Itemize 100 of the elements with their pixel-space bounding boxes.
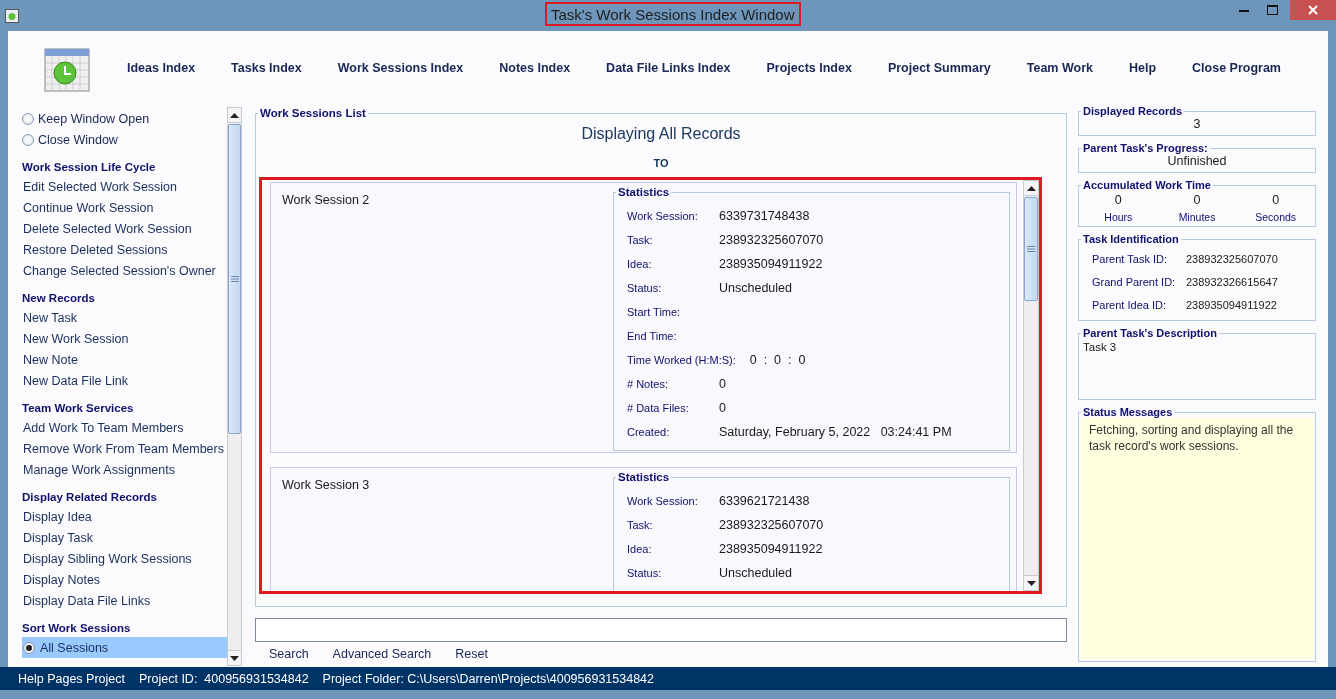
scroll-down-icon[interactable] <box>228 650 241 665</box>
panel-title: Displayed Records <box>1082 105 1184 117</box>
app-icon <box>5 8 19 23</box>
stat-label: Created: <box>627 426 671 438</box>
progress-value: Unfinished <box>1166 154 1228 170</box>
id-value: 238932326615647 <box>1186 275 1278 288</box>
nav-link[interactable]: Team Work <box>1026 61 1093 75</box>
id-value: 238932325607070 <box>1186 252 1278 265</box>
record-count: 3 <box>1192 117 1202 133</box>
scroll-thumb[interactable] <box>228 124 241 434</box>
stat-value: 0 <box>719 377 726 391</box>
stat-value: Unscheduled <box>719 281 792 295</box>
panel-title: Statistics <box>617 186 671 198</box>
session-name: Work Session 3 <box>281 477 371 494</box>
scroll-up-icon[interactable] <box>1024 181 1038 196</box>
section-heading: Display Related Records <box>22 490 158 505</box>
radio-button[interactable] <box>22 112 34 125</box>
nav-link[interactable]: Projects Index <box>766 61 852 75</box>
nav-link[interactable]: Data File Links Index <box>606 61 731 75</box>
sidebar-item[interactable]: Edit Selected Work Session <box>22 176 227 197</box>
stat-value: 238932325607070 <box>719 233 824 247</box>
stat-value: 6339621721438 <box>719 494 810 508</box>
stat-value: 238935094911922 <box>719 542 823 556</box>
panel-title: Task Identification <box>1082 233 1180 245</box>
status-message: Fetching, sorting and displaying all the task record's work sessions. <box>1081 418 1313 659</box>
scrollbar[interactable] <box>1023 180 1039 591</box>
time-unit: Minutes <box>1178 211 1216 223</box>
panel-title: Work Sessions List <box>259 107 367 119</box>
sidebar-item[interactable]: Delete Selected Work Session <box>22 218 227 239</box>
sidebar-item[interactable]: Remove Work From Team Members <box>22 438 227 459</box>
stat-value: 238932325607070 <box>719 518 824 532</box>
sidebar-item[interactable]: Display Task <box>22 527 227 548</box>
sidebar-item[interactable]: Add Work To Team Members <box>22 417 227 438</box>
search-link[interactable]: Search <box>269 647 309 661</box>
stat-value: 0 : 0 : 0 <box>749 353 806 367</box>
sidebar-item[interactable]: Display Data File Links <box>22 590 227 611</box>
sidebar-item[interactable]: Continue Work Session <box>22 197 227 218</box>
search-link[interactable]: Advanced Search <box>332 647 432 661</box>
nav-link[interactable]: Work Sessions Index <box>337 61 464 75</box>
panel-title: Parent Task's Progress: <box>1082 142 1209 154</box>
status-text: Help Pages Project <box>18 671 125 686</box>
stat-label: Work Session: <box>627 210 699 222</box>
stat-label: Task: <box>627 519 654 531</box>
nav-link[interactable]: Notes Index <box>499 61 571 75</box>
status-text: Project Folder: C:\Users\Darren\Projects\400956931534842 <box>322 671 655 686</box>
sidebar-item[interactable]: Display Notes <box>22 569 227 590</box>
stat-label: Task: <box>627 234 654 246</box>
nav-link[interactable]: Project Summary <box>887 61 991 75</box>
scroll-down-icon[interactable] <box>1024 575 1038 590</box>
radio-button[interactable] <box>23 641 35 654</box>
sidebar-item[interactable]: New Task <box>22 307 227 328</box>
panel-title: Accumulated Work Time <box>1082 179 1212 191</box>
session-name: Work Session 2 <box>281 192 371 209</box>
sidebar-item[interactable]: New Data File Link <box>22 370 227 391</box>
stat-value: Saturday, February 5, 2022 03:24:41 PM <box>719 425 952 439</box>
session-card[interactable] <box>270 182 1017 453</box>
time-value: 0 <box>1114 193 1122 207</box>
time-unit: Seconds <box>1255 211 1297 223</box>
search-field[interactable] <box>255 618 1067 642</box>
maximize-icon <box>1266 5 1278 15</box>
stat-value: 238935094911922 <box>719 257 823 271</box>
section-heading: Team Work Services <box>22 401 135 416</box>
sidebar-item[interactable]: Display Sibling Work Sessions <box>22 548 227 569</box>
id-label: Parent Task ID: <box>1092 252 1168 265</box>
scroll-thumb[interactable] <box>1024 197 1038 301</box>
stat-label: Idea: <box>627 258 653 270</box>
sidebar-item[interactable]: Change Selected Session's Owner <box>22 260 227 281</box>
stat-label: Status: <box>627 567 663 579</box>
radio-button[interactable] <box>22 133 34 146</box>
stat-label: Start Time: <box>627 306 682 318</box>
id-value: 238935094911922 <box>1186 298 1277 311</box>
nav-link[interactable]: Close Program <box>1192 61 1281 75</box>
radio-option[interactable]: Keep Window Open <box>22 108 227 129</box>
close-button[interactable] <box>1290 0 1336 20</box>
session-card[interactable]: Work Session 3 Statistics Work Session: 6339621721438 Task: 238932325607070 Idea: 238935094911922 Status: Unscheduled <box>270 467 1017 591</box>
sidebar-item[interactable]: New Note <box>22 349 227 370</box>
id-label: Grand Parent ID: <box>1092 275 1177 288</box>
status-text: Project ID: 400956931534842 <box>139 671 309 686</box>
nav-link[interactable]: Ideas Index <box>127 61 196 75</box>
sort-option[interactable]: All Sessions <box>22 637 227 658</box>
nav-link[interactable]: Tasks Index <box>231 61 302 75</box>
search-link[interactable]: Reset <box>455 647 488 661</box>
section-heading: Sort Work Sessions <box>22 621 132 636</box>
stat-label: Time Worked (H:M:S): <box>627 354 736 366</box>
list-subheading: TO <box>652 157 670 169</box>
stat-value: 6339731748438 <box>719 209 810 223</box>
radio-option[interactable]: Close Window <box>22 129 227 150</box>
minimize-icon <box>1239 8 1249 12</box>
time-value: 0 <box>1272 193 1280 207</box>
scrollbar[interactable] <box>227 107 242 666</box>
sidebar-item[interactable]: Display Idea <box>22 506 227 527</box>
panel-title: Status Messages <box>1082 406 1174 418</box>
scroll-up-icon[interactable] <box>228 108 241 123</box>
sidebar-item[interactable]: New Work Session <box>22 328 227 349</box>
sidebar-item[interactable]: Restore Deleted Sessions <box>22 239 227 260</box>
sidebar-item[interactable]: Manage Work Assignments <box>22 459 227 480</box>
list-heading: Displaying All Records <box>580 125 742 143</box>
panel-title: Statistics <box>617 471 671 483</box>
stat-label: End Time: <box>627 330 678 342</box>
nav-link[interactable]: Help <box>1128 61 1157 75</box>
